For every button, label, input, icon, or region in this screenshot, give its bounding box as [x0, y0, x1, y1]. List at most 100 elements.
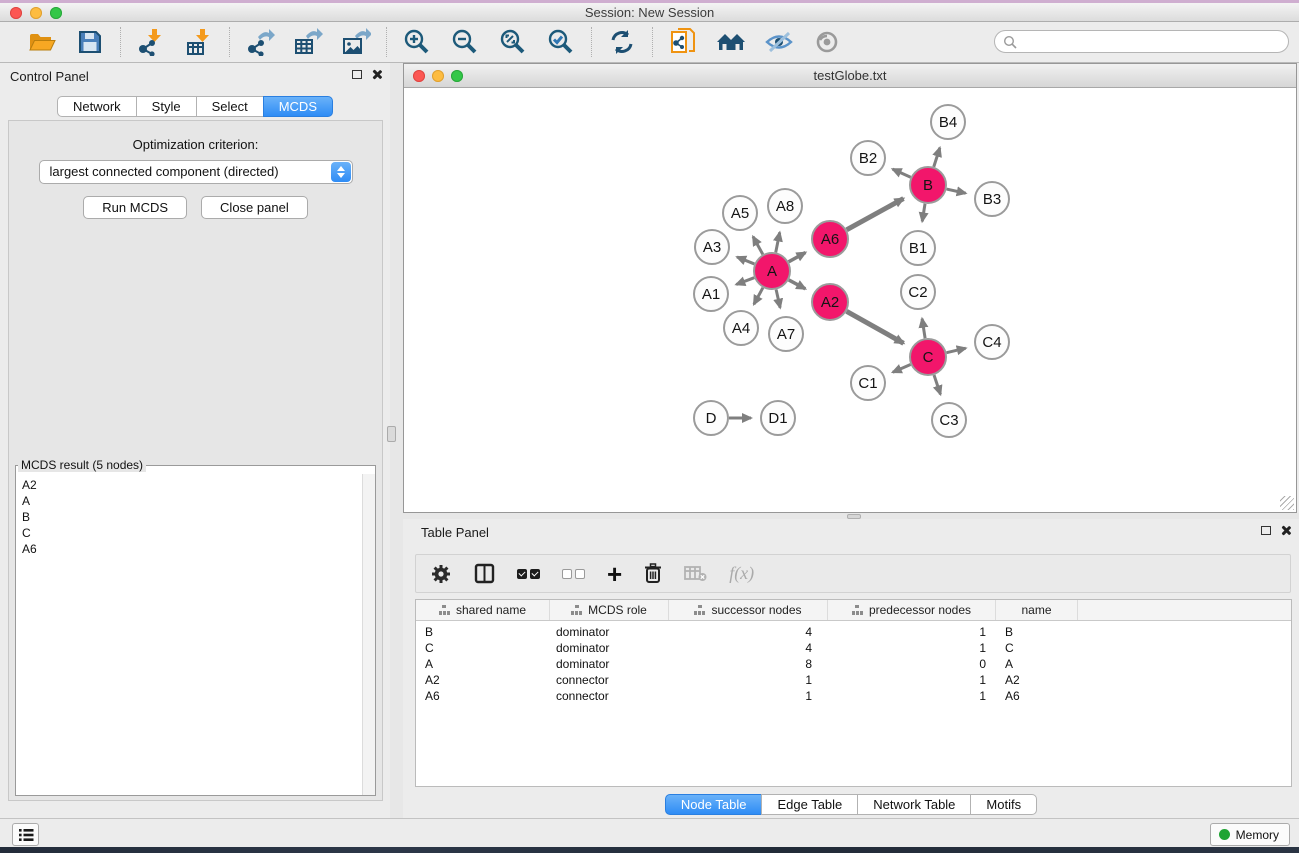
home-view-icon[interactable] [715, 27, 747, 57]
table-row[interactable]: Bdominator41B [416, 624, 1291, 640]
column-header-mcds-role[interactable]: MCDS role [550, 600, 669, 620]
column-header-successor-nodes[interactable]: successor nodes [669, 600, 828, 620]
graph-edge-B-B4[interactable] [934, 148, 940, 167]
graph-edge-B-B3[interactable] [947, 189, 966, 193]
open-session-icon[interactable] [26, 27, 58, 57]
result-item[interactable]: A2 [22, 477, 362, 493]
graph-node-label: D1 [768, 410, 787, 427]
select-all-rows-icon[interactable] [517, 569, 540, 579]
tab-network-table[interactable]: Network Table [857, 794, 971, 815]
tab-style[interactable]: Style [136, 96, 197, 117]
column-header-name[interactable]: name [996, 600, 1078, 620]
network-canvas[interactable]: B4B2BB3A8A5A6A3B1AC2A1A2A4A7C4CC1C3DD1 [404, 88, 1296, 512]
graph-edge-A-A5[interactable] [753, 237, 763, 255]
apply-function-icon[interactable]: f(x) [729, 563, 754, 584]
import-table-icon[interactable] [183, 27, 215, 57]
close-network-button[interactable] [413, 70, 425, 82]
column-header-predecessor-nodes[interactable]: predecessor nodes [828, 600, 996, 620]
import-network-icon[interactable] [135, 27, 167, 57]
graph-edge-B-B1[interactable] [922, 204, 925, 222]
panel-divider[interactable] [390, 63, 403, 818]
result-scrollbar[interactable] [362, 474, 375, 795]
result-item[interactable]: A [22, 493, 362, 509]
show-graphics-details-icon[interactable] [811, 27, 843, 57]
search-input[interactable] [1017, 33, 1288, 51]
graph-edge-A-A2[interactable] [789, 280, 806, 289]
graph-edge-C-C1[interactable] [893, 365, 911, 373]
maximize-window-button[interactable] [50, 7, 62, 19]
graph-edge-A-A8[interactable] [776, 232, 780, 252]
node-table: shared nameMCDS rolesuccessor nodesprede… [415, 599, 1292, 787]
graph-node-label: C [923, 349, 934, 366]
table-row[interactable]: Adominator80A [416, 656, 1291, 672]
close-panel-icon[interactable] [1280, 525, 1291, 536]
delete-table-icon[interactable] [684, 565, 707, 582]
export-table-icon[interactable] [292, 27, 324, 57]
tab-select[interactable]: Select [196, 96, 264, 117]
tab-mcds[interactable]: MCDS [263, 96, 333, 117]
run-mcds-button[interactable]: Run MCDS [83, 196, 187, 219]
graph-edge-C-C4[interactable] [946, 348, 965, 353]
table-cell: A [996, 656, 1078, 672]
graph-node-label: A8 [776, 198, 794, 215]
zoom-fit-icon[interactable] [497, 27, 529, 57]
graph-edge-A-A3[interactable] [737, 257, 754, 264]
tab-network[interactable]: Network [57, 96, 137, 117]
result-item[interactable]: A6 [22, 541, 362, 557]
clone-network-icon[interactable] [667, 27, 699, 57]
network-window-titlebar[interactable]: testGlobe.txt [404, 64, 1296, 88]
graph-node-label: C1 [858, 375, 877, 392]
result-item[interactable]: B [22, 509, 362, 525]
hide-graphics-details-icon[interactable] [763, 27, 795, 57]
memory-button[interactable]: Memory [1210, 823, 1290, 846]
refresh-layout-icon[interactable] [606, 27, 638, 57]
float-panel-icon[interactable] [1261, 526, 1271, 535]
criterion-select[interactable]: largest connected component (directed) [39, 160, 353, 184]
control-panel-tabs: NetworkStyleSelectMCDS [0, 96, 390, 117]
maximize-network-button[interactable] [451, 70, 463, 82]
tab-edge-table[interactable]: Edge Table [761, 794, 858, 815]
column-header-shared-name[interactable]: shared name [416, 600, 550, 620]
graph-node-label: B1 [909, 240, 927, 257]
show-columns-icon[interactable] [474, 563, 495, 584]
result-item[interactable]: C [22, 525, 362, 541]
graph-edge-A-A7[interactable] [776, 290, 780, 308]
window-resize-grip[interactable] [1280, 496, 1294, 510]
float-panel-icon[interactable] [352, 70, 362, 79]
minimize-network-button[interactable] [432, 70, 444, 82]
add-row-icon[interactable]: + [607, 564, 622, 584]
deselect-all-rows-icon[interactable] [562, 569, 585, 579]
table-row[interactable]: Cdominator41C [416, 640, 1291, 656]
delete-rows-icon[interactable] [644, 563, 662, 584]
close-window-button[interactable] [10, 7, 22, 19]
graph-node-label: C3 [939, 412, 958, 429]
export-network-icon[interactable] [244, 27, 276, 57]
save-session-icon[interactable] [74, 27, 106, 57]
graph-edge-A-A1[interactable] [736, 278, 754, 285]
graph-edge-A6-B[interactable] [847, 199, 904, 230]
graph-edge-A-A4[interactable] [754, 288, 763, 305]
export-image-icon[interactable] [340, 27, 372, 57]
tab-motifs[interactable]: Motifs [970, 794, 1037, 815]
graph-node-label: C4 [982, 334, 1001, 351]
graph-edge-B-B2[interactable] [893, 169, 911, 177]
graph-edge-A2-C[interactable] [847, 311, 904, 343]
list-icon [18, 828, 34, 842]
criterion-value: largest connected component (directed) [50, 164, 279, 179]
table-settings-gear-icon[interactable] [430, 563, 452, 585]
zoom-in-icon[interactable] [401, 27, 433, 57]
zoom-selected-icon[interactable] [545, 27, 577, 57]
task-history-button[interactable] [12, 823, 39, 846]
graph-node-label: C2 [908, 284, 927, 301]
tab-node-table[interactable]: Node Table [665, 794, 763, 815]
divider-handle[interactable] [387, 426, 396, 442]
graph-edge-C-C2[interactable] [922, 319, 925, 339]
graph-edge-A-A6[interactable] [789, 253, 806, 262]
close-panel-button[interactable]: Close panel [201, 196, 308, 219]
graph-edge-C-C3[interactable] [934, 375, 940, 394]
zoom-out-icon[interactable] [449, 27, 481, 57]
table-row[interactable]: A6connector11A6 [416, 688, 1291, 704]
close-panel-icon[interactable] [371, 69, 382, 80]
minimize-window-button[interactable] [30, 7, 42, 19]
table-row[interactable]: A2connector11A2 [416, 672, 1291, 688]
